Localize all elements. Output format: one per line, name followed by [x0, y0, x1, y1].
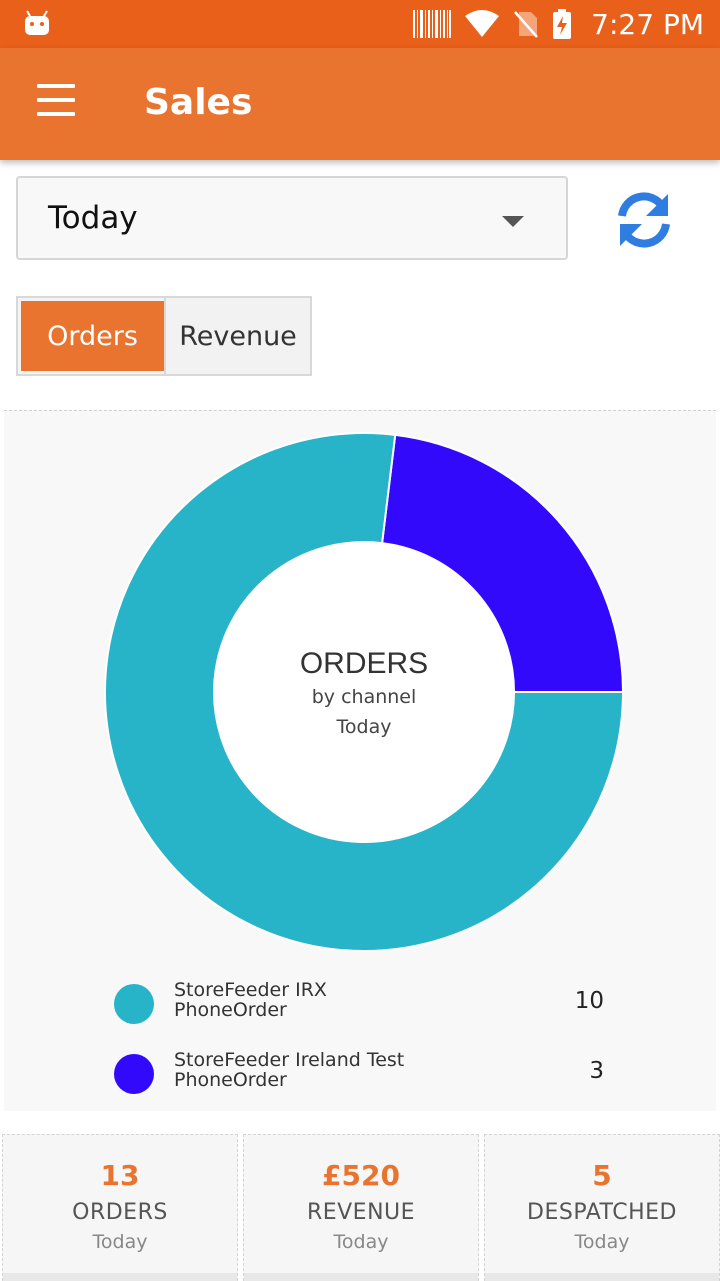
tab-revenue[interactable]: Revenue [164, 298, 310, 374]
chart-subtitle: by channel [312, 686, 417, 708]
legend-item: StoreFeeder Ireland Test PhoneOrder 3 [4, 1044, 716, 1104]
stat-period: Today [92, 1231, 148, 1253]
legend-value: 3 [589, 1058, 604, 1084]
chart-title: ORDERS [300, 647, 428, 680]
chart-type-toggle: Orders Revenue [16, 296, 312, 376]
period-selected-value: Today [48, 200, 138, 236]
stat-label: DESPATCHED [527, 1200, 677, 1225]
stat-despatched[interactable]: 5 DESPATCHED Today [484, 1134, 720, 1281]
wifi-icon [465, 10, 500, 37]
summary-stats: 13 ORDERS Today £520 REVENUE Today 5 DES… [0, 1130, 720, 1281]
caret-down-icon [502, 216, 524, 227]
app-bar: Sales [0, 48, 720, 160]
orders-donut-chart: ORDERS by channel Today [104, 432, 625, 952]
period-dropdown[interactable]: Today [16, 176, 568, 260]
battery-charging-icon [553, 9, 572, 39]
legend-item: StoreFeeder IRX PhoneOrder 10 [4, 974, 716, 1034]
stat-value: £520 [322, 1159, 400, 1192]
orders-chart-card: ORDERS by channel Today StoreFeeder IRX … [4, 410, 716, 1111]
legend-label-line1: StoreFeeder Ireland Test [174, 1049, 405, 1071]
stat-orders[interactable]: 13 ORDERS Today [2, 1134, 238, 1281]
legend-label-line1: StoreFeeder IRX [174, 979, 327, 1001]
legend-swatch [114, 984, 154, 1024]
stat-period: Today [574, 1231, 630, 1253]
clock-time: 7:27 PM [591, 7, 704, 41]
android-notification-icon [25, 10, 49, 35]
stat-period: Today [333, 1231, 389, 1253]
status-bar: 7:27 PM [0, 0, 720, 48]
stat-revenue[interactable]: £520 REVENUE Today [243, 1134, 479, 1281]
no-sim-icon [514, 11, 539, 38]
tab-orders[interactable]: Orders [18, 298, 164, 374]
page-title: Sales [144, 82, 253, 123]
stat-value: 5 [592, 1159, 612, 1192]
legend-label-line2: PhoneOrder [174, 1069, 287, 1091]
legend-swatch [114, 1054, 154, 1094]
stat-value: 13 [100, 1159, 140, 1192]
stat-label: ORDERS [72, 1200, 168, 1225]
legend-label-line2: PhoneOrder [174, 999, 287, 1021]
legend-value: 10 [574, 988, 604, 1014]
barcode-icon [413, 10, 452, 38]
legend-label: StoreFeeder IRX PhoneOrder [174, 980, 474, 1020]
chart-period: Today [336, 716, 392, 738]
stat-label: REVENUE [306, 1200, 416, 1225]
refresh-icon[interactable] [614, 190, 674, 250]
hamburger-menu-icon[interactable] [30, 84, 82, 124]
legend-label: StoreFeeder Ireland Test PhoneOrder [174, 1050, 474, 1090]
